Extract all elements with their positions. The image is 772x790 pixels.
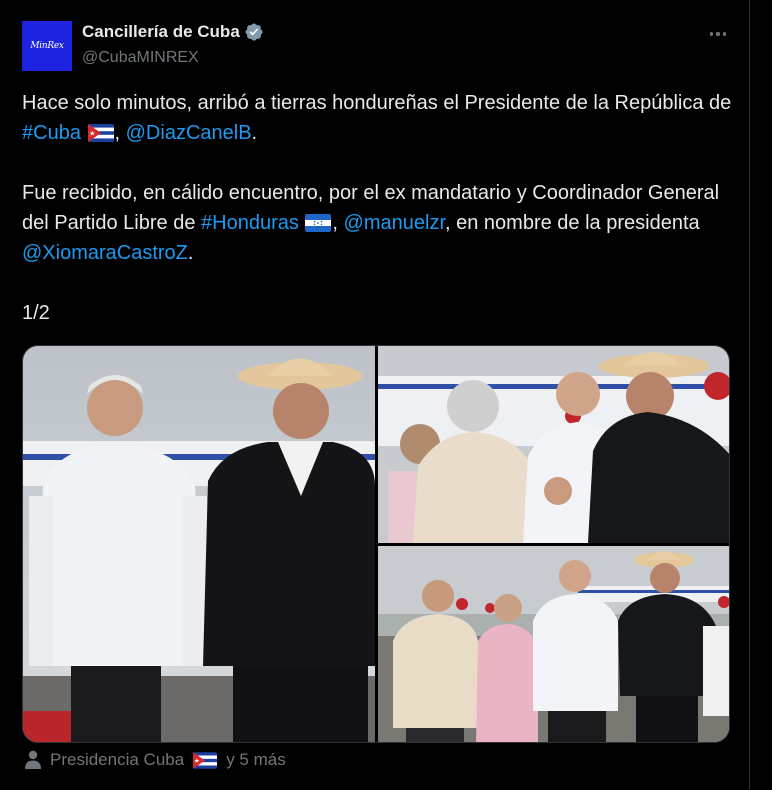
mention-manuelzr[interactable]: @manuelzr <box>344 212 445 234</box>
display-name-row: Cancillería de Cuba <box>82 22 264 42</box>
avatar-logo-text: MinRex <box>30 41 64 51</box>
cuba-flag-icon <box>87 124 114 142</box>
text-end: . <box>187 242 194 264</box>
text-separator: , <box>332 212 344 234</box>
page-gutter <box>751 0 772 790</box>
verified-badge-icon <box>245 23 263 41</box>
text-end: . <box>251 122 258 144</box>
photo-2-image <box>378 346 729 543</box>
tweet-paragraph-3: 1/2 <box>22 302 50 324</box>
tweet-paragraph-1: Hace solo minutos, arribó a tierras hond… <box>22 88 734 148</box>
account-handle[interactable]: @CubaMINREX <box>82 49 199 67</box>
photo-1[interactable] <box>23 346 375 742</box>
text-segment: , en nombre de la presidenta <box>445 212 700 234</box>
tagged-users[interactable]: Presidencia Cuba y 5 más <box>24 750 286 770</box>
photo-2[interactable] <box>378 346 729 543</box>
media-grid <box>22 345 730 743</box>
tweet-text: Hace solo minutos, arribó a tierras hond… <box>22 88 734 328</box>
tagged-name: Presidencia Cuba <box>50 750 185 769</box>
mention-xiomaracastroz[interactable]: @XiomaraCastroZ <box>22 242 188 264</box>
mention-diazcanelb[interactable]: @DiazCanelB <box>126 122 252 144</box>
more-horizontal-icon[interactable] <box>703 22 733 46</box>
photo-1-image <box>23 346 375 742</box>
hashtag-cuba[interactable]: #Cuba <box>22 122 81 144</box>
hashtag-honduras[interactable]: #Honduras <box>201 212 299 234</box>
tweet-card: MinRex Cancillería de Cuba @CubaMINREX H… <box>0 0 750 790</box>
cuba-flag-icon <box>193 751 218 769</box>
photo-3[interactable] <box>378 546 729 742</box>
photo-3-image <box>378 546 729 742</box>
display-name[interactable]: Cancillería de Cuba <box>82 22 240 42</box>
person-icon <box>25 750 41 769</box>
tagged-more: y 5 más <box>226 750 286 769</box>
text-segment: Hace solo minutos, arribó a tierras hond… <box>22 92 732 114</box>
text-separator: , <box>114 122 126 144</box>
tweet-paragraph-2: Fue recibido, en cálido encuentro, por e… <box>22 178 734 268</box>
honduras-flag-icon <box>305 214 332 232</box>
account-avatar[interactable]: MinRex <box>22 21 72 71</box>
